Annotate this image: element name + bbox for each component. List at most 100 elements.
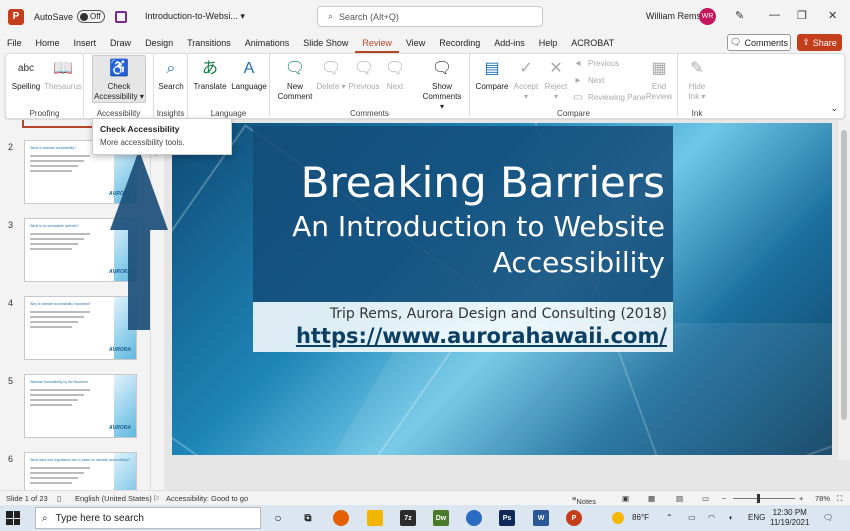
tray-chevron-icon[interactable]: ⌃ <box>666 513 673 522</box>
tab-view[interactable]: View <box>399 33 432 53</box>
slide-thumbnail[interactable]: What laws and regulations are in place f… <box>24 452 137 490</box>
tab-review[interactable]: Review <box>355 33 399 53</box>
slideshow-icon[interactable]: ▭ <box>702 494 709 503</box>
zoom-in-button[interactable]: + <box>799 494 803 503</box>
close-icon[interactable]: ✕ <box>828 9 837 22</box>
spelling-button[interactable]: abc Spelling <box>10 58 42 92</box>
task-view-icon[interactable]: ⧉ <box>300 510 316 526</box>
firefox-icon[interactable] <box>333 510 349 526</box>
zoom-slider[interactable] <box>733 498 795 499</box>
reject-button[interactable]: ✕ Reject ▾ <box>542 58 570 102</box>
normal-view-icon[interactable]: ▣ <box>622 494 629 503</box>
thumbnail-text-line <box>30 394 84 396</box>
cortana-icon[interactable]: ○ <box>270 510 286 526</box>
thumbnail-title: Why is website accessibility important? <box>30 302 91 306</box>
tab-slide-show[interactable]: Slide Show <box>296 33 355 53</box>
new-comment-button[interactable]: 🗨 New Comment <box>274 58 316 102</box>
zoom-out-button[interactable]: − <box>722 494 726 503</box>
taskbar-search-input[interactable]: ⌕ Type here to search <box>35 507 261 529</box>
search-input[interactable]: ⌕ Search (Alt+Q) <box>317 6 543 27</box>
compare-button[interactable]: ▤ Compare <box>474 58 510 92</box>
browser-icon[interactable] <box>466 510 482 526</box>
delete-comment-button[interactable]: 🗨 Delete ▾ <box>316 58 346 92</box>
user-name[interactable]: William Rems <box>646 11 701 21</box>
tab-transitions[interactable]: Transitions <box>180 33 238 53</box>
tab-add-ins[interactable]: Add-ins <box>487 33 532 53</box>
thesaurus-button[interactable]: 📖 Thesaurus <box>44 58 82 92</box>
thumbnail-number: 4 <box>8 298 14 308</box>
word-icon[interactable]: W <box>533 510 549 526</box>
slide-subtitle-line2: Accessibility <box>492 246 665 279</box>
next-comment-button[interactable]: 🗨 Next <box>382 58 408 92</box>
minimize-icon[interactable]: — <box>769 9 780 21</box>
slide-title-box[interactable]: Breaking Barriers An Introduction to Web… <box>253 126 673 302</box>
translate-icon: あ <box>201 60 218 77</box>
end-review-button[interactable]: ▦ End Review <box>644 58 674 102</box>
photoshop-icon[interactable]: Ps <box>499 510 515 526</box>
accept-button[interactable]: ✓ Accept ▾ <box>512 58 540 102</box>
tab-insert[interactable]: Insert <box>67 33 104 53</box>
language-button[interactable]: A Language <box>230 58 268 92</box>
dreamweaver-icon[interactable]: Dw <box>433 510 449 526</box>
system-clock[interactable]: 12:30 PM 11/19/2021 <box>770 508 809 528</box>
powerpoint-taskbar-icon[interactable]: P <box>566 510 582 526</box>
slide-author-box[interactable]: Trip Rems, Aurora Design and Consulting … <box>253 302 673 352</box>
autosave[interactable]: AutoSave Off <box>34 10 106 23</box>
comments-button[interactable]: 🗨 Comments <box>727 34 791 51</box>
slide-url-link[interactable]: https://www.aurorahawaii.com/ <box>296 324 667 348</box>
7zip-icon[interactable]: 7z <box>400 510 416 526</box>
smart-search-button[interactable]: ⌕ Search <box>156 58 186 92</box>
zoom-slider-thumb[interactable] <box>757 494 760 503</box>
previous-change-button[interactable]: ◂ Previous <box>572 58 619 70</box>
notification-icon[interactable]: 🗨 <box>823 513 833 522</box>
input-language[interactable]: ENG <box>748 513 765 522</box>
windows-start-icon[interactable] <box>6 511 20 525</box>
fit-slide-icon[interactable]: ⛶ <box>837 494 842 504</box>
spellcheck-icon[interactable]: ▯ <box>57 494 61 503</box>
reading-view-icon[interactable]: ▤ <box>676 494 683 503</box>
document-title[interactable]: Introduction-to-Websi... ▾ <box>145 11 245 22</box>
wifi-icon[interactable]: ◠ <box>708 513 715 522</box>
ribbon-collapse-icon[interactable]: ⌄ <box>830 103 838 114</box>
share-button[interactable]: ⇪ Share <box>797 34 842 51</box>
pen-icon[interactable]: ✎ <box>735 9 744 22</box>
tab-draw[interactable]: Draw <box>103 33 138 53</box>
next-change-button[interactable]: ▸ Next <box>572 75 604 87</box>
tab-recording[interactable]: Recording <box>432 33 487 53</box>
restore-icon[interactable]: ❐ <box>797 9 807 22</box>
language-status[interactable]: English (United States) <box>75 494 152 503</box>
slide-sorter-icon[interactable]: ▦ <box>648 494 655 503</box>
slide-thumbnail[interactable]: Website Accessibility by the Numbers AURO… <box>24 374 137 438</box>
hide-ink-button[interactable]: ✎ Hide Ink ▾ <box>682 58 712 102</box>
editor-scrollbar[interactable] <box>838 120 850 460</box>
thumbnail-text-line <box>30 233 90 235</box>
thumbnail-text-line <box>30 467 90 469</box>
tab-acrobat[interactable]: ACROBAT <box>564 33 621 53</box>
compare-icon: ▤ <box>484 60 500 77</box>
next-change-icon: ▸ <box>575 75 581 86</box>
weather-icon[interactable] <box>612 512 624 524</box>
volume-icon[interactable]: ◖ <box>728 513 733 522</box>
weather-temp[interactable]: 86°F <box>632 513 649 522</box>
save-icon[interactable] <box>115 10 128 23</box>
check-accessibility-button[interactable]: ♿ Check Accessibility ▾ <box>92 55 146 103</box>
accessibility-status[interactable]: Accessibility: Good to go <box>166 494 248 503</box>
previous-comment-button[interactable]: 🗨 Previous <box>348 58 380 92</box>
tab-animations[interactable]: Animations <box>238 33 297 53</box>
scrollbar-thumb[interactable] <box>841 130 847 420</box>
file-explorer-icon[interactable] <box>367 510 383 526</box>
thumbnail-text-line <box>30 321 78 323</box>
avatar[interactable]: WR <box>699 8 716 25</box>
reviewing-pane-button[interactable]: ▭ Reviewing Pane <box>572 92 646 104</box>
tab-help[interactable]: Help <box>532 33 565 53</box>
notes-button[interactable]: ≡ Notes <box>572 494 596 506</box>
thumbnail-title: Website Accessibility by the Numbers <box>30 380 89 384</box>
translate-button[interactable]: あ Translate <box>192 58 228 92</box>
battery-icon[interactable]: ▭ <box>688 513 696 522</box>
tab-home[interactable]: Home <box>29 33 67 53</box>
tab-file[interactable]: File <box>0 33 29 53</box>
autosave-toggle[interactable]: Off <box>77 10 106 23</box>
tab-design[interactable]: Design <box>138 33 180 53</box>
show-comments-button[interactable]: 🗨 Show Comments ▾ <box>420 58 464 112</box>
zoom-level[interactable]: 78% <box>815 494 830 503</box>
